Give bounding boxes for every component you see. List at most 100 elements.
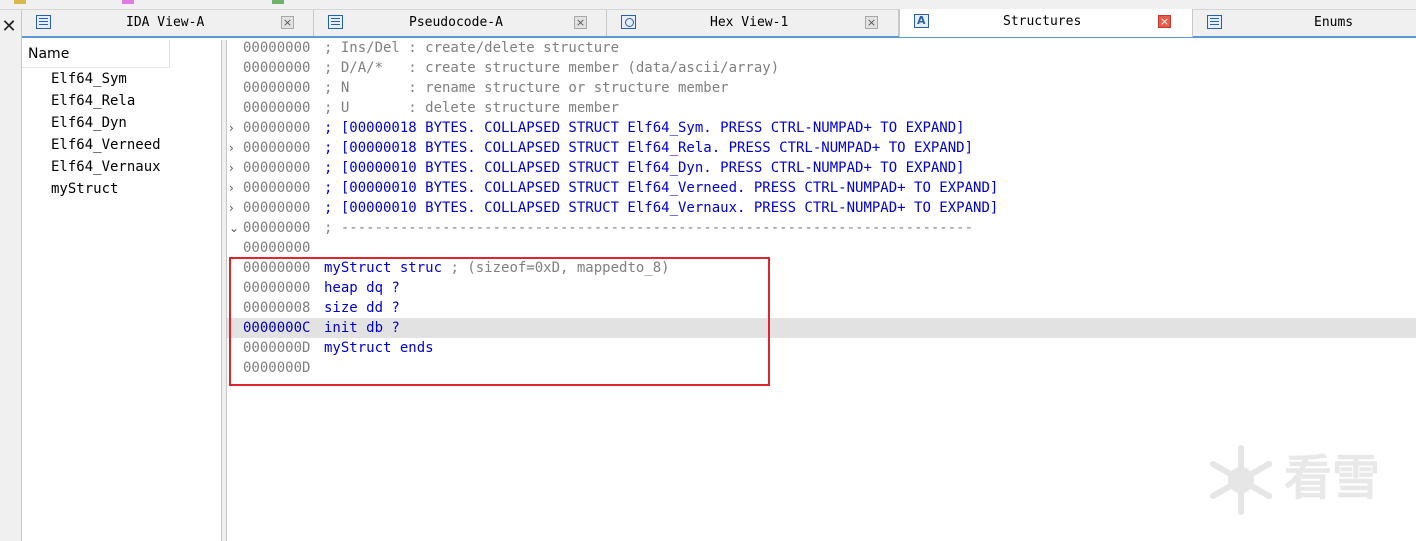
toolbar-fragment-icon <box>122 0 134 4</box>
line-content: ; [00000010 BYTES. COLLAPSED STRUCT Elf6… <box>324 158 965 178</box>
line-content: ; [00000010 BYTES. COLLAPSED STRUCT Elf6… <box>324 178 998 198</box>
tab-label: Structures <box>1003 14 1082 29</box>
structure-list-item[interactable]: Elf64_Vernaux <box>22 156 222 178</box>
left-dock-strip: ✕ <box>0 10 22 541</box>
line-address: 00000000 <box>243 80 311 96</box>
line-content: ; U : delete structure member <box>324 98 619 118</box>
structures-icon <box>914 14 929 28</box>
line-address: 00000000 <box>243 240 311 256</box>
line-content: myStruct ends <box>324 338 434 358</box>
line-address: 0000000C <box>243 320 311 336</box>
code-line[interactable]: 00000000 ; U : delete structure member <box>227 98 1416 118</box>
line-address: 00000000 <box>243 200 311 216</box>
line-content: ; Ins/Del : create/delete structure <box>324 38 619 58</box>
tab-label: Hex View-1 <box>710 15 789 30</box>
line-address: 00000000 <box>243 60 311 76</box>
tab-pseudocode-a[interactable]: Pseudocode-A × <box>314 10 607 36</box>
line-content: heap dq ? <box>324 278 400 298</box>
line-address: 00000000 <box>243 140 311 156</box>
watermark-text: 看雪 <box>1284 450 1381 506</box>
line-text: ; D/A/* : create structure member (data/… <box>324 60 780 76</box>
code-line[interactable]: › 00000000 ; [00000018 BYTES. COLLAPSED ST… <box>227 138 1416 158</box>
code-line[interactable]: 00000000 ; N : rename structure or struct… <box>227 78 1416 98</box>
structure-list: Elf64_Sym Elf64_Rela Elf64_Dyn Elf64_Ver… <box>22 68 222 200</box>
code-line[interactable]: 0000000D <box>227 358 1416 378</box>
line-content: ; D/A/* : create structure member (data/… <box>324 58 779 78</box>
line-content: myStruct struc ; (sizeof=0xD, mappedto_8… <box>324 258 670 278</box>
tab-close-icon[interactable]: × <box>865 16 878 29</box>
tab-close-icon[interactable]: × <box>1158 15 1171 28</box>
line-content: ; --------------------------------------… <box>324 218 973 238</box>
code-line[interactable]: 00000000 ; Ins/Del : create/delete struct… <box>227 38 1416 58</box>
line-text: init db ? <box>324 320 400 336</box>
tab-close-icon[interactable]: × <box>281 16 294 29</box>
code-line[interactable]: 00000000 <box>227 238 1416 258</box>
line-text: size dd ? <box>324 300 400 316</box>
line-content: ; [00000018 BYTES. COLLAPSED STRUCT Elf6… <box>324 138 973 158</box>
code-line[interactable]: › 00000000 ; [00000010 BYTES. COLLAPSED ST… <box>227 198 1416 218</box>
tab-ida-view-a[interactable]: IDA View-A × <box>22 10 314 36</box>
code-line[interactable]: 0000000C init db ? <box>227 318 1416 338</box>
line-text: myStruct ends <box>324 340 434 356</box>
line-text: heap dq ? <box>324 280 400 296</box>
line-address: 00000000 <box>243 220 311 236</box>
line-address: 00000008 <box>243 300 311 316</box>
tab-close-icon[interactable]: × <box>574 16 587 29</box>
structure-list-item[interactable]: Elf64_Verneed <box>22 134 222 156</box>
toolbar-fragment-icon <box>272 0 284 4</box>
line-text: ; [00000010 BYTES. COLLAPSED STRUCT Elf6… <box>324 160 965 176</box>
structure-list-item[interactable]: Elf64_Sym <box>22 68 222 90</box>
code-line[interactable]: 00000000 ; D/A/* : create structure membe… <box>227 58 1416 78</box>
tab-enums[interactable]: Enums <box>1193 10 1416 36</box>
code-line[interactable]: › 00000000 ; [00000010 BYTES. COLLAPSED ST… <box>227 178 1416 198</box>
tab-structures[interactable]: Structures × <box>899 9 1193 37</box>
line-content: size dd ? <box>324 298 400 318</box>
line-content: init db ? <box>324 318 400 338</box>
expand-toggle-icon[interactable]: › <box>229 138 241 158</box>
line-address: 00000000 <box>243 160 311 176</box>
code-line[interactable]: 0000000D myStruct ends <box>227 338 1416 358</box>
tab-label: Pseudocode-A <box>409 15 503 30</box>
line-address: 00000000 <box>243 120 311 136</box>
line-address: 00000000 <box>243 40 311 56</box>
structure-list-item[interactable]: Elf64_Dyn <box>22 112 222 134</box>
tab-hex-view-1[interactable]: Hex View-1 × <box>607 10 899 36</box>
line-address: 00000000 <box>243 260 311 276</box>
line-address: 00000000 <box>243 180 311 196</box>
code-line[interactable]: › 00000000 ; [00000010 BYTES. COLLAPSED ST… <box>227 158 1416 178</box>
disassembly-view-icon <box>36 15 51 29</box>
expand-toggle-icon[interactable]: ⌄ <box>229 218 241 238</box>
line-text: ; [00000010 BYTES. COLLAPSED STRUCT Elf6… <box>324 180 999 196</box>
window-top-strip <box>0 0 1416 10</box>
toolbar-fragment-icon <box>14 0 26 4</box>
line-text: myStruct struc <box>324 260 443 276</box>
close-panel-icon[interactable]: ✕ <box>0 16 18 38</box>
code-line[interactable]: ⌄ 00000000 ; -----------------------------… <box>227 218 1416 238</box>
expand-toggle-icon[interactable]: › <box>229 118 241 138</box>
line-comment: ; (sizeof=0xD, mappedto_8) <box>442 260 670 276</box>
code-line[interactable]: 00000008 size dd ? <box>227 298 1416 318</box>
line-text: ; [00000018 BYTES. COLLAPSED STRUCT Elf6… <box>324 140 974 156</box>
expand-toggle-icon[interactable]: › <box>229 158 241 178</box>
hex-view-icon <box>621 15 636 29</box>
line-address: 0000000D <box>243 360 311 376</box>
line-address: 00000000 <box>243 280 311 296</box>
snowflake-icon <box>1210 445 1272 515</box>
tab-label: IDA View-A <box>126 15 205 30</box>
structure-list-item[interactable]: myStruct <box>22 178 222 200</box>
pseudocode-icon <box>328 15 343 29</box>
line-text: ; Ins/Del : create/delete structure <box>324 40 620 56</box>
line-text: ; [00000010 BYTES. COLLAPSED STRUCT Elf6… <box>324 200 999 216</box>
expand-toggle-icon[interactable]: › <box>229 198 241 218</box>
code-line[interactable]: 00000000 myStruct struc ; (sizeof=0xD, ma… <box>227 258 1416 278</box>
code-line[interactable]: 00000000 heap dq ? <box>227 278 1416 298</box>
line-content: ; N : rename structure or structure memb… <box>324 78 729 98</box>
structure-list-item[interactable]: Elf64_Rela <box>22 90 222 112</box>
line-address: 00000000 <box>243 100 311 116</box>
expand-toggle-icon[interactable]: › <box>229 178 241 198</box>
structure-name-panel: Name Elf64_Sym Elf64_Rela Elf64_Dyn Elf6… <box>22 40 222 541</box>
tab-bar: IDA View-A × Pseudocode-A × Hex View-1 ×… <box>22 9 1416 38</box>
line-text: ; N : rename structure or structure memb… <box>324 80 729 96</box>
code-line[interactable]: › 00000000 ; [00000018 BYTES. COLLAPSED ST… <box>227 118 1416 138</box>
name-column-header[interactable]: Name <box>22 40 170 68</box>
